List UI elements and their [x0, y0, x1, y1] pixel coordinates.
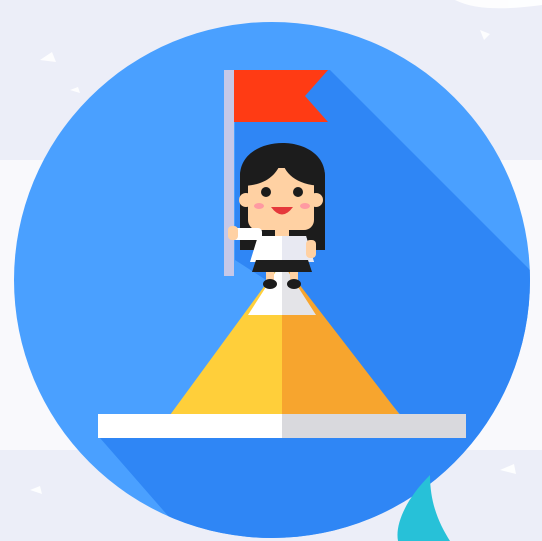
- canvas: [0, 0, 542, 541]
- platform-right: [282, 414, 466, 438]
- flag-on-mountain-icon: [14, 0, 542, 541]
- flag-pole: [224, 70, 234, 276]
- platform-left: [98, 414, 282, 438]
